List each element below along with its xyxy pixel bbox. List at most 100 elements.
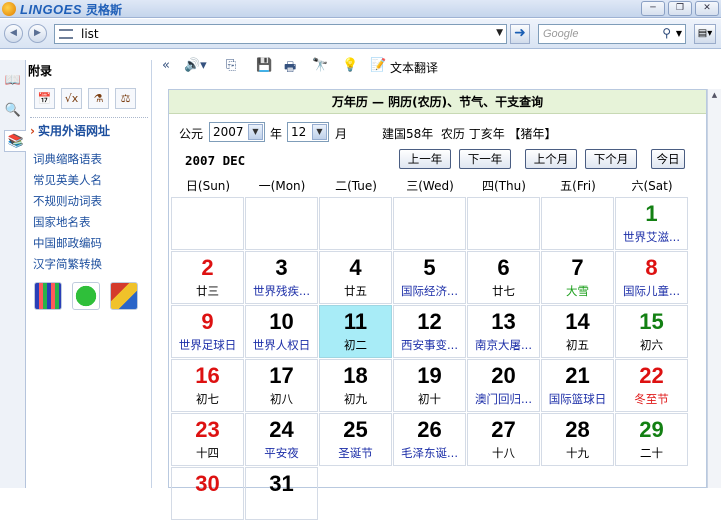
text-translate-label[interactable]: 文本翻译 [390, 59, 438, 76]
logo-cn-text: 灵格斯 [86, 2, 123, 17]
day-cell[interactable]: 3 世界残疾... [245, 251, 318, 304]
find-icon[interactable]: 🔭 [312, 58, 328, 73]
scroll-up-icon[interactable]: ▲ [709, 91, 720, 100]
day-cell[interactable]: 26 毛泽东诞... [393, 413, 466, 466]
content-toolbar: « 🔊▾ ⎘ 💾 🖶 🔭 💡 📝 文本翻译 [152, 54, 721, 80]
day-cell[interactable]: 22 冬至节 [615, 359, 688, 412]
month-header: 2007 DEC [185, 153, 246, 168]
day-number: 1 [645, 201, 658, 226]
address-dropdown-icon[interactable]: ▼ [496, 28, 503, 38]
weekday-tue: 二(Tue) [335, 179, 377, 193]
day-number: 11 [343, 309, 368, 334]
day-cell[interactable]: 14 初五 [541, 305, 614, 358]
day-subtext: 廿七 [492, 284, 515, 298]
menu-button[interactable]: ▤▾ [694, 24, 716, 44]
math-formula-icon[interactable]: √x [61, 88, 82, 109]
lunar-info: 建国58年 农历 丁亥年 【猪年】 [382, 127, 557, 141]
sidebar-link-postal-codes[interactable]: 中国邮政编码 [33, 233, 102, 254]
day-cell[interactable]: 1 世界艾滋... [615, 197, 688, 250]
tab-translate[interactable]: 🔍 [3, 100, 23, 122]
search-icon[interactable]: ⚲ [662, 26, 671, 40]
day-cell[interactable]: 7 大雪 [541, 251, 614, 304]
day-number: 4 [349, 255, 362, 280]
day-cell[interactable]: 18 初九 [319, 359, 392, 412]
close-button[interactable]: ✕ [695, 1, 719, 16]
go-button[interactable]: ➜ [510, 24, 530, 44]
day-cell[interactable]: 9 世界足球日 [171, 305, 244, 358]
text-translate-icon[interactable]: 📝 [370, 58, 386, 73]
day-cell[interactable]: 15 初六 [615, 305, 688, 358]
day-subtext: 国际经济... [401, 284, 458, 298]
day-cell[interactable]: 31 [245, 467, 318, 520]
day-number: 23 [195, 417, 220, 442]
tip-bulb-icon[interactable]: 💡 [342, 58, 358, 73]
search-dropdown-icon[interactable]: ▼ [676, 29, 682, 38]
day-subtext: 世界足球日 [178, 338, 237, 352]
day-cell[interactable]: 23 十四 [171, 413, 244, 466]
day-subtext: 澳门回归... [475, 392, 532, 406]
speaker-icon[interactable]: 🔊▾ [184, 58, 207, 73]
day-number: 31 [269, 471, 294, 496]
restore-button[interactable]: ❐ [668, 1, 692, 16]
day-number: 12 [417, 309, 442, 334]
day-number: 13 [491, 309, 516, 334]
save-icon[interactable]: 💾 [256, 58, 272, 73]
day-number: 17 [269, 363, 294, 388]
day-cell[interactable]: 8 国际儿童... [615, 251, 688, 304]
day-cell[interactable]: 27 十八 [467, 413, 540, 466]
tetris-game-icon[interactable] [34, 282, 62, 310]
day-cell[interactable]: 6 廿七 [467, 251, 540, 304]
day-cell[interactable]: 13 南京大屠... [467, 305, 540, 358]
day-cell[interactable]: 10 世界人权日 [245, 305, 318, 358]
next-year-button[interactable]: 下一年 [459, 149, 511, 169]
sidebar-section-foreign-websites[interactable]: › 实用外语网址 [30, 122, 110, 139]
day-cell[interactable]: 20 澳门回归... [467, 359, 540, 412]
day-cell-today[interactable]: 11 初二 [319, 305, 392, 358]
collapse-sidebar-icon[interactable]: « [162, 58, 170, 73]
year-select[interactable]: 2007 ▼ [209, 122, 265, 142]
day-cell[interactable]: 16 初七 [171, 359, 244, 412]
weekday-wed: 三(Wed) [406, 179, 454, 193]
sidebar-link-names[interactable]: 常见英美人名 [33, 170, 102, 191]
chemistry-flask-icon[interactable]: ⚗ [88, 88, 109, 109]
next-month-button[interactable]: 下个月 [585, 149, 637, 169]
bubble-game-icon[interactable] [72, 282, 100, 310]
prev-year-button[interactable]: 上一年 [399, 149, 451, 169]
sidebar-link-place-names[interactable]: 国家地名表 [33, 212, 102, 233]
day-cell[interactable]: 29 二十 [615, 413, 688, 466]
sidebar-link-irregular-verbs[interactable]: 不规则动词表 [33, 191, 102, 212]
day-cell[interactable]: 4 廿五 [319, 251, 392, 304]
prev-month-button[interactable]: 上个月 [525, 149, 577, 169]
day-cell[interactable]: 19 初十 [393, 359, 466, 412]
day-cell[interactable]: 2 廿三 [171, 251, 244, 304]
sidebar-link-abbreviations[interactable]: 词典缩略语表 [33, 149, 102, 170]
print-icon[interactable]: 🖶 [284, 58, 296, 80]
today-button[interactable]: 今日 [651, 149, 685, 169]
month-select[interactable]: 12 ▼ [287, 122, 329, 142]
day-cell[interactable]: 21 国际篮球日 [541, 359, 614, 412]
empty-day-cell [171, 197, 244, 250]
day-cell[interactable]: 28 十九 [541, 413, 614, 466]
back-button[interactable]: ◀ [4, 24, 23, 43]
day-cell[interactable]: 25 圣诞节 [319, 413, 392, 466]
scales-icon[interactable]: ⚖ [115, 88, 136, 109]
day-subtext: 世界残疾... [253, 284, 310, 298]
search-input[interactable]: Google ⚲ ▼ [538, 24, 686, 44]
tab-dictionary[interactable]: 📖 [3, 70, 23, 92]
vertical-scrollbar[interactable]: ▲ [707, 89, 721, 488]
day-cell[interactable]: 24 平安夜 [245, 413, 318, 466]
day-cell[interactable]: 17 初八 [245, 359, 318, 412]
day-cell[interactable]: 12 西安事变... [393, 305, 466, 358]
day-cell[interactable]: 30 [171, 467, 244, 520]
sidebar-link-chinese-convert[interactable]: 汉字简繁转换 [33, 254, 102, 275]
forward-button[interactable]: ▶ [28, 24, 47, 43]
puzzle-game-icon[interactable] [110, 282, 138, 310]
copy-icon[interactable]: ⎘ [226, 58, 236, 73]
minimize-button[interactable]: ─ [641, 1, 665, 16]
day-number: 18 [343, 363, 368, 388]
tab-appendix[interactable]: 📚 [4, 130, 27, 152]
empty-day-cell [393, 197, 466, 250]
calendar-tool-icon[interactable]: 📅 [34, 88, 55, 109]
day-cell[interactable]: 5 国际经济... [393, 251, 466, 304]
address-input[interactable]: list ▼ [54, 24, 507, 44]
